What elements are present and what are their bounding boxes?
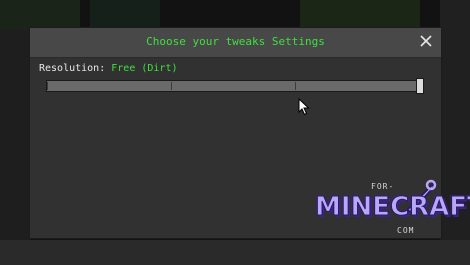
leaves-block: [300, 0, 420, 28]
slider-tick: [47, 82, 48, 90]
slider-handle[interactable]: [416, 78, 424, 94]
for-minecraft-watermark: FOR- MINECRAFT COM: [313, 179, 470, 242]
watermark-main-text: MINECRAFT: [315, 192, 470, 223]
slider-tick: [295, 82, 296, 90]
ground: [0, 240, 470, 265]
leaves-block: [90, 0, 160, 28]
watermark-top-text: FOR-: [371, 182, 395, 191]
close-button[interactable]: [419, 34, 433, 48]
mouse-cursor-icon: [298, 97, 310, 120]
slider-tick: [171, 82, 172, 90]
resolution-label: Resolution: Free (Dirt): [39, 63, 178, 74]
dialog-title: Choose your tweaks Settings: [146, 35, 325, 48]
leaves-block: [0, 0, 80, 30]
dialog-titlebar: Choose your tweaks Settings: [30, 28, 441, 58]
resolution-value: Free (Dirt): [111, 63, 178, 74]
resolution-slider[interactable]: [46, 78, 424, 94]
stone-block: [0, 30, 30, 265]
close-icon: [420, 35, 432, 47]
watermark-bottom-text: COM: [397, 226, 415, 235]
resolution-label-text: Resolution:: [39, 63, 106, 74]
